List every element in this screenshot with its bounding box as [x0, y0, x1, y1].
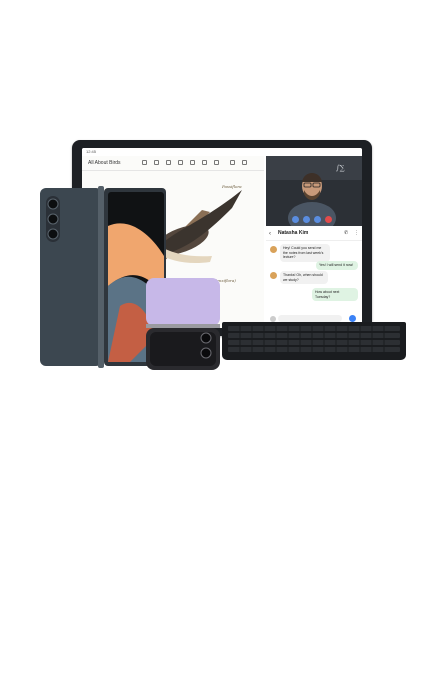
text-tool-icon	[190, 160, 195, 165]
svg-text:∫∑: ∫∑	[336, 164, 345, 172]
call-icon[interactable]: ✆	[344, 230, 348, 236]
eraser-tool-icon	[166, 160, 171, 165]
camera-icon[interactable]	[292, 216, 299, 223]
status-time: 12:45	[86, 149, 97, 154]
notes-toolbar: All About Birds	[82, 156, 264, 171]
message-incoming: Hey! Could you send me the notes from la…	[280, 244, 330, 262]
pen-tool-icon	[142, 160, 147, 165]
message-input[interactable]	[278, 315, 342, 322]
highlighter-tool-icon	[154, 160, 159, 165]
avatar	[270, 272, 277, 279]
book-cover-keyboard	[222, 322, 406, 360]
lasso-tool-icon	[214, 160, 219, 165]
message-outgoing: Yes! I will send it now!	[316, 261, 358, 270]
flip-phone	[146, 278, 220, 370]
image-tool-icon	[202, 160, 207, 165]
end-call-icon[interactable]	[325, 216, 332, 223]
back-arrow-icon[interactable]: ‹	[269, 231, 271, 237]
notes-title: All About Birds	[88, 160, 121, 166]
microphone-icon[interactable]	[303, 216, 310, 223]
video-call-pane: ∫∑	[266, 156, 362, 226]
message-incoming: Thanks! Oh, when should we study?	[280, 271, 328, 284]
more-options-icon	[242, 160, 247, 165]
contact-name: Natasha Kim	[278, 230, 309, 236]
send-icon[interactable]	[349, 315, 356, 322]
sketch-annotation: Passiflora	[222, 184, 242, 189]
shape-tool-icon	[178, 160, 183, 165]
messaging-pane: ‹ Natasha Kim ✆ ⋮ Hey! Could you send me…	[266, 228, 362, 328]
avatar	[270, 246, 277, 253]
undo-icon	[230, 160, 235, 165]
more-options-icon[interactable]: ⋮	[354, 230, 359, 236]
status-bar: 12:45	[82, 148, 362, 156]
share-screen-icon[interactable]	[314, 216, 321, 223]
chat-header: ‹ Natasha Kim ✆ ⋮	[266, 228, 362, 241]
message-outgoing: How about next Tuesday?	[312, 288, 358, 301]
